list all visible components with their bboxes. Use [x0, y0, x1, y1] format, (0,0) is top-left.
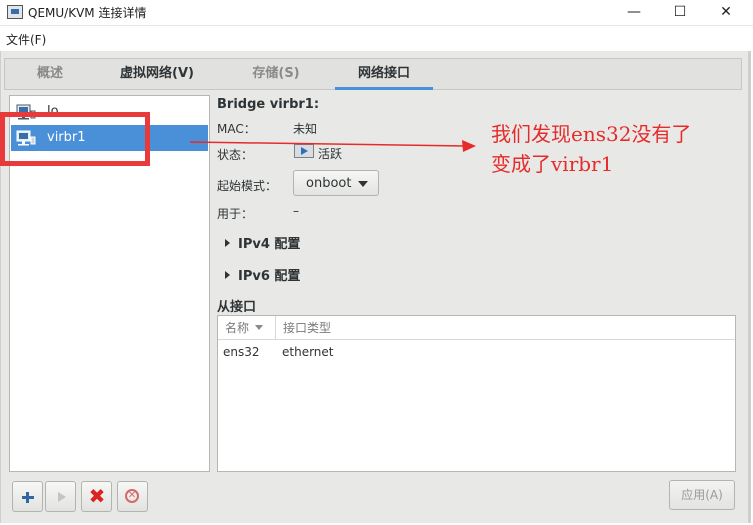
ipv4-expander[interactable]: IPv4 配置 — [225, 233, 300, 252]
state-value: 活跃 — [318, 147, 343, 161]
annotation-text: 我们发现ens32没有了 变成了virbr1 — [491, 119, 731, 179]
menu-bar: 文件(F) — [0, 26, 753, 50]
close-button[interactable]: ✕ — [703, 0, 749, 25]
sort-down-icon — [255, 325, 264, 330]
stop-icon: ✕ — [125, 489, 139, 503]
ipv6-expander[interactable]: IPv6 配置 — [225, 265, 300, 284]
expand-arrow-icon — [225, 239, 230, 247]
stop-interface-button[interactable]: ✕ — [117, 481, 148, 512]
state-active-icon — [294, 144, 314, 158]
start-mode-label: 起始模式： — [217, 179, 278, 193]
add-interface-button[interactable] — [12, 481, 43, 512]
table-cell-type: ethernet — [282, 345, 334, 359]
mac-value: 未知 — [293, 122, 318, 136]
expand-arrow-icon — [225, 271, 230, 279]
plus-icon — [22, 492, 34, 503]
mac-label: MAC： — [217, 122, 256, 136]
delete-interface-button[interactable]: ✖ — [81, 481, 112, 512]
tab-network-interfaces[interactable]: 网络接口 — [335, 59, 433, 90]
tab-virtual-networks[interactable]: 虚拟网络(V) — [97, 59, 217, 89]
menu-file[interactable]: 文件(F) — [6, 31, 46, 48]
start-mode-select[interactable]: onboot — [293, 170, 379, 196]
state-label: 状态： — [217, 148, 254, 162]
app-icon — [7, 5, 23, 19]
ipv6-label: IPv6 配置 — [238, 269, 301, 284]
tab-bar: 概述 虚拟网络(V) 存储(S) 网络接口 — [4, 58, 742, 90]
table-cell-name: ens32 — [223, 345, 260, 359]
start-interface-button[interactable] — [45, 481, 76, 512]
highlight-box — [0, 112, 150, 166]
column-header-name[interactable]: 名称 — [218, 316, 276, 340]
window-title: QEMU/KVM 连接详情 — [28, 6, 147, 20]
column-header-type-label: 接口类型 — [283, 321, 332, 335]
used-by-label: 用于： — [217, 207, 254, 221]
play-icon — [58, 492, 66, 502]
ipv4-label: IPv4 配置 — [238, 237, 301, 252]
annotation-line-1: 我们发现ens32没有了 — [491, 122, 692, 146]
slave-interfaces-table: 名称 接口类型 ens32 ethernet — [217, 315, 736, 472]
maximize-button[interactable]: ☐ — [657, 0, 703, 25]
tab-overview[interactable]: 概述 — [5, 59, 95, 89]
apply-button[interactable]: 应用(A) — [669, 480, 735, 510]
bridge-title: Bridge virbr1: — [217, 97, 320, 112]
slave-interfaces-title: 从接口 — [217, 300, 257, 315]
annotation-line-2: 变成了virbr1 — [491, 152, 614, 176]
minimize-button[interactable]: — — [611, 0, 657, 25]
start-mode-value: onboot — [306, 176, 352, 191]
delete-icon: ✖ — [88, 484, 106, 508]
title-bar: QEMU/KVM 连接详情 — ☐ ✕ — [0, 0, 753, 26]
tab-storage[interactable]: 存储(S) — [219, 59, 333, 89]
column-header-type[interactable]: 接口类型 — [276, 316, 735, 340]
column-header-name-label: 名称 — [225, 321, 250, 335]
chevron-down-icon — [358, 181, 368, 187]
used-by-value: – — [293, 204, 299, 218]
